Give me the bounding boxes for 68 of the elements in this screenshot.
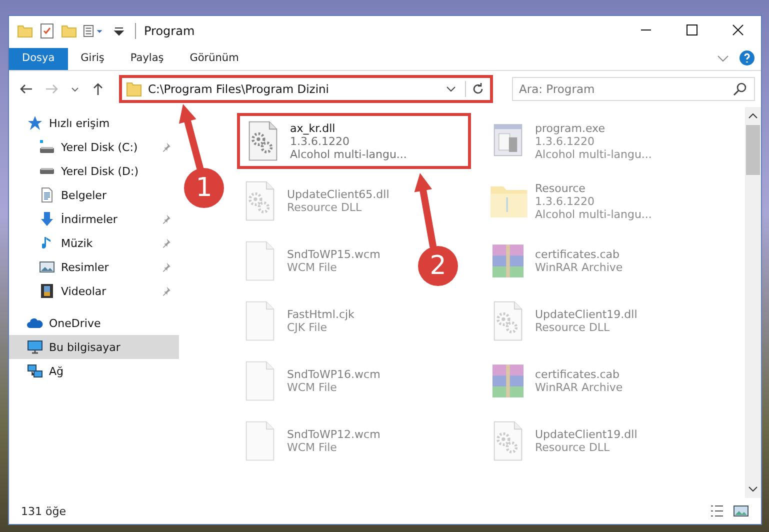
item-count: 131 öğe: [21, 504, 66, 518]
file-name: program.exe: [535, 122, 606, 134]
monitor-icon: [27, 340, 43, 354]
file-name: UpdateClient19.dll: [535, 428, 638, 441]
file-detail: Alcohol multi-langu...: [535, 148, 652, 160]
address-bar[interactable]: C:\Program Files\Program Dizini: [119, 75, 493, 103]
properties-icon[interactable]: [39, 23, 55, 39]
sidebar-item[interactable]: Hızlı erişim: [9, 111, 179, 135]
star-icon: [27, 115, 43, 131]
sidebar-item[interactable]: Bu bilgisayar: [9, 335, 179, 359]
ribbon-tab[interactable]: Paylaş: [117, 48, 177, 70]
sidebar-item[interactable]: OneDrive: [9, 311, 179, 335]
cloud-icon: [27, 318, 43, 328]
file-name: UpdateClient19.dll: [535, 308, 638, 321]
details-view-icon[interactable]: [709, 503, 725, 519]
file-detail: Resource DLL: [535, 441, 611, 454]
file-name: Resource: [535, 182, 586, 194]
download-arrow-icon: [39, 211, 55, 227]
scroll-up-icon[interactable]: [748, 113, 758, 119]
drive-icon: [39, 139, 55, 155]
file-name: SndToWP16.wcm: [287, 368, 380, 381]
file-detail: WinRAR Archive: [535, 261, 623, 274]
file-name: certificates.cab: [535, 248, 621, 261]
sidebar-item[interactable]: Yerel Disk (D:): [9, 159, 179, 183]
file-name: SndToWP12.wcm: [287, 428, 380, 441]
file-detail: CJK File: [287, 321, 328, 334]
folder-icon: [126, 81, 142, 97]
file-name: certificates.cab: [535, 368, 621, 381]
window-title: Program: [144, 24, 195, 38]
picture-icon: [39, 261, 55, 273]
view-menu-icon[interactable]: [83, 23, 105, 39]
file-name: FastHtml.cjk: [287, 308, 354, 321]
file-detail: WCM File: [287, 381, 338, 394]
file-detail: 1.3.6.1220: [290, 134, 350, 148]
ribbon-tab[interactable]: Giriş: [68, 48, 118, 70]
large-icons-view-icon[interactable]: [733, 503, 749, 519]
sidebar-item[interactable]: Resimler: [9, 255, 179, 279]
file-detail: Alcohol multi-langu...: [290, 148, 407, 160]
sidebar-item[interactable]: Yerel Disk (C:): [9, 135, 179, 159]
highlighted-file-item[interactable]: ax_kr.dll 1.3.6.1220 Alcohol multi-langu...: [237, 113, 471, 169]
sidebar-item[interactable]: İndirmeler: [9, 207, 179, 231]
ribbon-tab[interactable]: Görünüm: [176, 48, 252, 70]
scrollbar[interactable]: [745, 107, 761, 498]
file-detail: Alcohol multi-langu...: [535, 208, 652, 220]
scroll-thumb[interactable]: [746, 125, 760, 175]
file-name: UpdateClient65.dll: [287, 188, 390, 201]
annotation-arrow: [178, 104, 204, 172]
sidebar-item[interactable]: Belgeler: [9, 183, 179, 207]
file-detail: 1.3.6.1220: [535, 194, 596, 208]
document-icon: [41, 187, 53, 203]
film-icon: [40, 283, 54, 299]
drive-icon: [39, 167, 55, 175]
ribbon-tab[interactable]: Dosya: [9, 48, 68, 70]
file-name: SndToWP15.wcm: [287, 248, 380, 261]
sidebar-item[interactable]: Ağ: [9, 359, 179, 383]
music-note-icon: [42, 235, 52, 251]
file-detail: Resource DLL: [535, 321, 611, 334]
sidebar-item[interactable]: Videolar: [9, 279, 179, 303]
file-detail: 1.3.6.1220: [535, 134, 596, 148]
file-detail: WCM File: [287, 261, 338, 274]
sidebar-item[interactable]: Müzik: [9, 231, 179, 255]
file-detail: WinRAR Archive: [535, 381, 623, 394]
network-icon: [27, 364, 43, 378]
file-detail: Resource DLL: [287, 201, 363, 214]
help-icon[interactable]: [739, 50, 755, 66]
file-detail: WCM File: [287, 441, 338, 454]
scroll-down-icon[interactable]: [748, 486, 758, 492]
file-name: ax_kr.dll: [290, 122, 336, 134]
